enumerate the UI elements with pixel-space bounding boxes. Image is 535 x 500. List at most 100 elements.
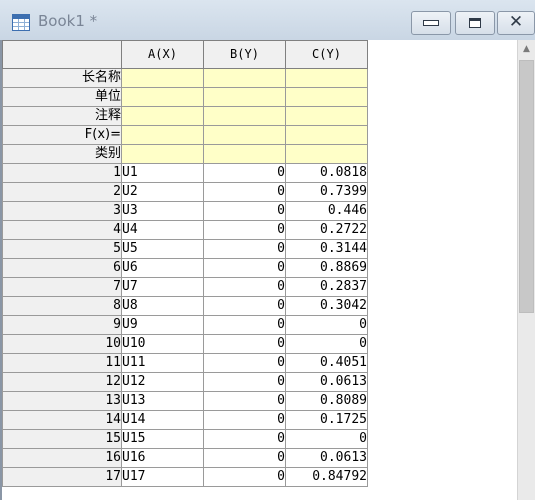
- cell-b[interactable]: 0: [203, 448, 286, 468]
- close-button[interactable]: ✕: [497, 11, 535, 35]
- column-header-a[interactable]: A(X): [121, 40, 204, 69]
- cell-b[interactable]: 0: [203, 429, 286, 449]
- cell-c[interactable]: 0.0613: [285, 448, 368, 468]
- metadata-cell-c[interactable]: [285, 144, 368, 164]
- metadata-cell-b[interactable]: [203, 144, 286, 164]
- cell-a[interactable]: U2: [121, 182, 204, 202]
- cell-b[interactable]: 0: [203, 372, 286, 392]
- metadata-cell-b[interactable]: [203, 106, 286, 126]
- cell-c[interactable]: 0.8869: [285, 258, 368, 278]
- cell-b[interactable]: 0: [203, 334, 286, 354]
- cell-a[interactable]: U10: [121, 334, 204, 354]
- row-number[interactable]: 6: [2, 258, 122, 278]
- row-number[interactable]: 11: [2, 353, 122, 373]
- cell-b[interactable]: 0: [203, 296, 286, 316]
- cell-a[interactable]: U17: [121, 467, 204, 487]
- cell-a[interactable]: U8: [121, 296, 204, 316]
- cell-a[interactable]: U6: [121, 258, 204, 278]
- metadata-cell-c[interactable]: [285, 125, 368, 145]
- metadata-row-label[interactable]: F(x)=: [2, 125, 122, 145]
- row-number[interactable]: 4: [2, 220, 122, 240]
- metadata-cell-a[interactable]: [121, 87, 204, 107]
- cell-c[interactable]: 0.1725: [285, 410, 368, 430]
- row-number[interactable]: 1: [2, 163, 122, 183]
- cell-b[interactable]: 0: [203, 239, 286, 259]
- row-number[interactable]: 13: [2, 391, 122, 411]
- cell-c[interactable]: 0.446: [285, 201, 368, 221]
- metadata-row-label[interactable]: 类别: [2, 144, 122, 164]
- row-number[interactable]: 8: [2, 296, 122, 316]
- row-number[interactable]: 14: [2, 410, 122, 430]
- cell-c[interactable]: 0.4051: [285, 353, 368, 373]
- cell-c[interactable]: 0: [285, 334, 368, 354]
- cell-a[interactable]: U9: [121, 315, 204, 335]
- row-number[interactable]: 12: [2, 372, 122, 392]
- cell-a[interactable]: U3: [121, 201, 204, 221]
- cell-b[interactable]: 0: [203, 315, 286, 335]
- cell-c[interactable]: 0.2722: [285, 220, 368, 240]
- corner-cell[interactable]: [2, 40, 122, 69]
- cell-a[interactable]: U14: [121, 410, 204, 430]
- cell-c[interactable]: 0.7399: [285, 182, 368, 202]
- maximize-button[interactable]: [455, 11, 495, 35]
- cell-a[interactable]: U7: [121, 277, 204, 297]
- metadata-cell-c[interactable]: [285, 106, 368, 126]
- cell-c[interactable]: 0.84792: [285, 467, 368, 487]
- metadata-cell-c[interactable]: [285, 68, 368, 88]
- cell-a[interactable]: U12: [121, 372, 204, 392]
- cell-b[interactable]: 0: [203, 467, 286, 487]
- cell-a[interactable]: U13: [121, 391, 204, 411]
- cell-c[interactable]: 0.8089: [285, 391, 368, 411]
- metadata-cell-a[interactable]: [121, 106, 204, 126]
- metadata-row-label[interactable]: 注释: [2, 106, 122, 126]
- cell-b[interactable]: 0: [203, 410, 286, 430]
- minimize-button[interactable]: [411, 11, 451, 35]
- row-number[interactable]: 17: [2, 467, 122, 487]
- row-number[interactable]: 10: [2, 334, 122, 354]
- metadata-cell-a[interactable]: [121, 144, 204, 164]
- row-number[interactable]: 5: [2, 239, 122, 259]
- metadata-cell-c[interactable]: [285, 87, 368, 107]
- cell-b[interactable]: 0: [203, 391, 286, 411]
- worksheet-grid[interactable]: A(X) B(Y) C(Y) 长名称 单位 注释 F(x)= 类别 1 U1 0 0.0818…: [0, 40, 517, 500]
- window-titlebar[interactable]: Book1 * ✕: [0, 0, 535, 40]
- cell-c[interactable]: 0.0818: [285, 163, 368, 183]
- metadata-cell-a[interactable]: [121, 125, 204, 145]
- row-number[interactable]: 2: [2, 182, 122, 202]
- cell-b[interactable]: 0: [203, 353, 286, 373]
- metadata-cell-b[interactable]: [203, 68, 286, 88]
- cell-b[interactable]: 0: [203, 182, 286, 202]
- cell-b[interactable]: 0: [203, 201, 286, 221]
- cell-a[interactable]: U5: [121, 239, 204, 259]
- cell-a[interactable]: U4: [121, 220, 204, 240]
- row-number[interactable]: 15: [2, 429, 122, 449]
- cell-c[interactable]: 0: [285, 429, 368, 449]
- cell-a[interactable]: U16: [121, 448, 204, 468]
- row-number[interactable]: 7: [2, 277, 122, 297]
- cell-b[interactable]: 0: [203, 220, 286, 240]
- cell-c[interactable]: 0.2837: [285, 277, 368, 297]
- cell-a[interactable]: U11: [121, 353, 204, 373]
- metadata-cell-a[interactable]: [121, 68, 204, 88]
- row-number[interactable]: 16: [2, 448, 122, 468]
- scrollbar-thumb[interactable]: [519, 60, 534, 313]
- cell-a[interactable]: U15: [121, 429, 204, 449]
- cell-b[interactable]: 0: [203, 258, 286, 278]
- column-header-b[interactable]: B(Y): [203, 40, 286, 69]
- cell-a[interactable]: U1: [121, 163, 204, 183]
- cell-b[interactable]: 0: [203, 163, 286, 183]
- row-number[interactable]: 9: [2, 315, 122, 335]
- cell-c[interactable]: 0.0613: [285, 372, 368, 392]
- row-number[interactable]: 3: [2, 201, 122, 221]
- chevron-up-icon[interactable]: ▲: [518, 40, 535, 58]
- metadata-row-label[interactable]: 单位: [2, 87, 122, 107]
- cell-c[interactable]: 0.3144: [285, 239, 368, 259]
- metadata-row-label[interactable]: 长名称: [2, 68, 122, 88]
- column-header-c[interactable]: C(Y): [285, 40, 368, 69]
- metadata-cell-b[interactable]: [203, 87, 286, 107]
- cell-c[interactable]: 0: [285, 315, 368, 335]
- vertical-scrollbar[interactable]: ▲: [517, 40, 535, 500]
- metadata-cell-b[interactable]: [203, 125, 286, 145]
- cell-c[interactable]: 0.3042: [285, 296, 368, 316]
- cell-b[interactable]: 0: [203, 277, 286, 297]
